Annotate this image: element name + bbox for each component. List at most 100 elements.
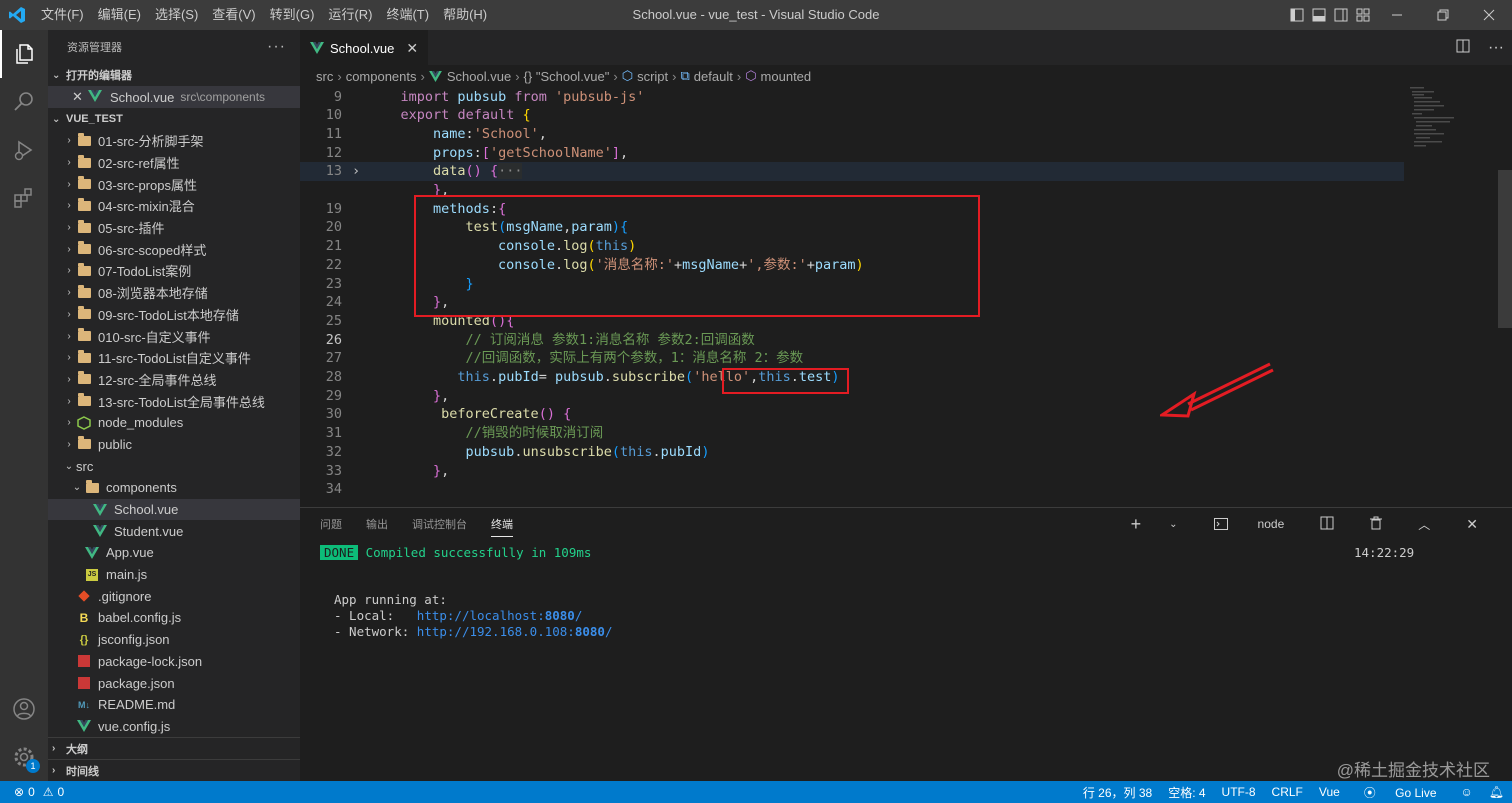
fold-chevron-icon[interactable]: ›	[352, 162, 360, 181]
accounts-icon[interactable]	[0, 685, 48, 733]
split-terminal-icon[interactable]	[1320, 516, 1334, 533]
more-actions-icon[interactable]: ···	[267, 38, 286, 56]
code-line[interactable]: 31 //销毁的时候取消订阅	[300, 424, 1404, 443]
toggle-sidebar-icon[interactable]	[1286, 0, 1308, 30]
go-live-button[interactable]: ⦿ Go Live	[1348, 784, 1453, 801]
tree-item[interactable]: vue.config.js	[48, 716, 300, 738]
extensions-icon[interactable]	[0, 174, 48, 222]
encoding[interactable]: UTF-8	[1214, 785, 1264, 799]
terminal-name[interactable]: node	[1258, 517, 1285, 531]
outline-section[interactable]: › 大纲	[48, 737, 300, 759]
tree-item[interactable]: Student.vue	[48, 520, 300, 542]
breadcrumb-src[interactable]: src	[316, 69, 333, 84]
new-terminal-icon[interactable]: +	[1131, 514, 1142, 535]
cursor-position[interactable]: 行 26，列 38	[1075, 784, 1160, 801]
project-section[interactable]: ⌄ VUE_TEST	[48, 108, 300, 130]
menu-go[interactable]: 转到(G)	[263, 0, 322, 30]
network-url-line[interactable]: - Network: http://192.168.0.108:8080/	[334, 624, 612, 640]
terminal-dropdown-icon[interactable]: ⌄	[1169, 519, 1177, 530]
toggle-secondary-sidebar-icon[interactable]	[1330, 0, 1352, 30]
tree-item[interactable]: › 04-src-mixin混合	[48, 195, 300, 217]
local-url-line[interactable]: - Local: http://localhost:8080/	[334, 608, 582, 624]
breadcrumb-script[interactable]: script	[637, 69, 668, 84]
menu-help[interactable]: 帮助(H)	[436, 0, 494, 30]
tree-item[interactable]: › public	[48, 434, 300, 456]
menu-terminal[interactable]: 终端(T)	[379, 0, 436, 30]
open-editor-item[interactable]: ✕ School.vue src\components	[48, 86, 300, 108]
restore-icon[interactable]	[1420, 0, 1466, 30]
tree-item[interactable]: .gitignore	[48, 585, 300, 607]
language-mode[interactable]: Vue	[1311, 785, 1348, 799]
code-line[interactable]: 34	[300, 480, 1404, 499]
tab-debug-console[interactable]: 调试控制台	[412, 516, 467, 532]
close-icon[interactable]: ✕	[72, 89, 88, 105]
code-line[interactable]: 26 // 订阅消息 参数1:消息名称 参数2:回调函数	[300, 331, 1404, 350]
search-icon[interactable]	[0, 78, 48, 126]
tree-item[interactable]: M↓ README.md	[48, 694, 300, 716]
minimize-icon[interactable]	[1374, 0, 1420, 30]
tree-item[interactable]: › 02-src-ref属性	[48, 152, 300, 174]
network-url[interactable]: http://192.168.0.108:	[417, 624, 575, 639]
tree-item[interactable]: package.json	[48, 672, 300, 694]
customize-layout-icon[interactable]	[1352, 0, 1374, 30]
breadcrumb-default[interactable]: default	[694, 69, 733, 84]
tree-item[interactable]: › 05-src-插件	[48, 217, 300, 239]
close-panel-icon[interactable]: ✕	[1466, 516, 1478, 533]
local-slash[interactable]: /	[575, 608, 583, 623]
tree-item[interactable]: {} jsconfig.json	[48, 629, 300, 651]
end-of-line[interactable]: CRLF	[1264, 785, 1311, 799]
tree-item[interactable]: › 09-src-TodoList本地存储	[48, 304, 300, 326]
tree-item[interactable]: › 07-TodoList案例	[48, 260, 300, 282]
tree-item[interactable]: Bbabel.config.js	[48, 607, 300, 629]
code-line[interactable]: 12 props:['getSchoolName'],	[300, 144, 1404, 163]
tree-item[interactable]: App.vue	[48, 542, 300, 564]
menu-file[interactable]: 文件(F)	[34, 0, 91, 30]
tree-item[interactable]: ⌄ src	[48, 455, 300, 477]
problems-status[interactable]: ⊗ 0 ⚠ 0	[0, 785, 64, 799]
code-line[interactable]: 33 },	[300, 462, 1404, 481]
editor-scrollbar[interactable]	[1498, 170, 1512, 328]
tree-item[interactable]: ⌄ components	[48, 477, 300, 499]
tree-item[interactable]: package-lock.json	[48, 651, 300, 673]
tree-item[interactable]: › node_modules	[48, 412, 300, 434]
minimap[interactable]	[1410, 87, 1500, 157]
tree-item[interactable]: › 010-src-自定义事件	[48, 325, 300, 347]
notifications-icon[interactable]: 🔔︎	[1481, 785, 1512, 799]
toggle-panel-icon[interactable]	[1308, 0, 1330, 30]
tree-item[interactable]: › 03-src-props属性	[48, 173, 300, 195]
manage-gear-icon[interactable]: 1	[0, 733, 48, 781]
tree-item[interactable]: › 12-src-全局事件总线	[48, 369, 300, 391]
run-debug-icon[interactable]	[0, 126, 48, 174]
breadcrumb-mounted[interactable]: mounted	[761, 69, 812, 84]
tree-item[interactable]: › 01-src-分析脚手架	[48, 130, 300, 152]
code-line[interactable]: 11 name:'School',	[300, 125, 1404, 144]
menu-view[interactable]: 查看(V)	[205, 0, 262, 30]
code-line[interactable]: 9 import pubsub from 'pubsub-js'	[300, 88, 1404, 107]
tree-item[interactable]: › 11-src-TodoList自定义事件	[48, 347, 300, 369]
tab-terminal[interactable]: 终端	[491, 516, 513, 537]
local-port[interactable]: 8080	[545, 608, 575, 623]
open-editors-section[interactable]: ⌄ 打开的编辑器	[48, 64, 300, 86]
code-line[interactable]: 13 › data() {···	[300, 162, 1404, 181]
maximize-panel-icon[interactable]: ︿	[1418, 516, 1430, 533]
tab-school-vue[interactable]: School.vue ✕	[300, 30, 429, 65]
explorer-icon[interactable]	[0, 30, 48, 78]
close-window-icon[interactable]	[1466, 0, 1512, 30]
menu-edit[interactable]: 编辑(E)	[91, 0, 148, 30]
close-tab-icon[interactable]: ✕	[406, 40, 418, 57]
tree-item[interactable]: School.vue	[48, 498, 300, 521]
timeline-section[interactable]: › 时间线	[48, 759, 300, 781]
indentation[interactable]: 空格: 4	[1160, 784, 1213, 801]
tree-item[interactable]: › 13-src-TodoList全局事件总线	[48, 390, 300, 412]
split-editor-icon[interactable]	[1456, 39, 1470, 56]
breadcrumb-components[interactable]: components	[346, 69, 417, 84]
tree-item[interactable]: › 08-浏览器本地存储	[48, 282, 300, 304]
more-actions-icon[interactable]: ···	[1488, 39, 1504, 57]
code-line[interactable]: 32 pubsub.unsubscribe(this.pubId)	[300, 443, 1404, 462]
tree-item[interactable]: › 06-src-scoped样式	[48, 238, 300, 260]
menu-selection[interactable]: 选择(S)	[148, 0, 205, 30]
account-icon[interactable]: ☺	[1453, 785, 1481, 799]
network-slash[interactable]: /	[605, 624, 613, 639]
trash-icon[interactable]	[1370, 516, 1383, 533]
breadcrumb-file[interactable]: School.vue	[447, 69, 511, 84]
